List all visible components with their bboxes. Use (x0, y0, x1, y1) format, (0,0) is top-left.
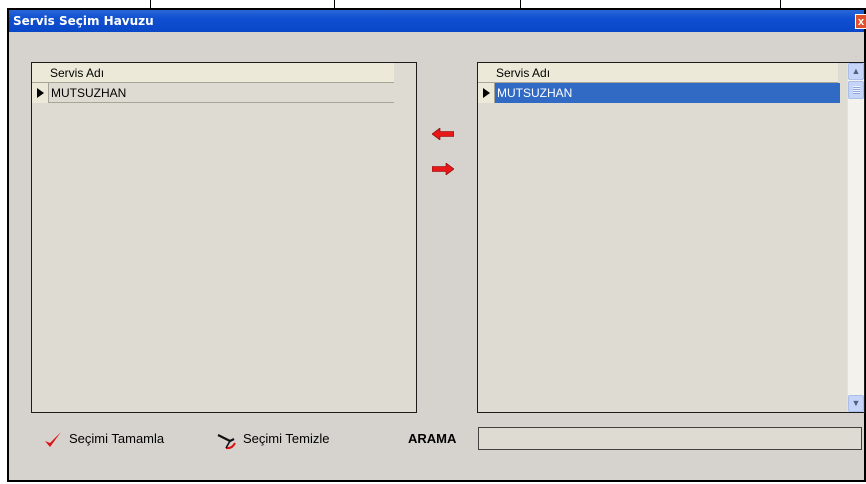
background-divider (780, 0, 781, 8)
scroll-thumb[interactable] (848, 81, 864, 99)
dialog-title: Servis Seçim Havuzu (13, 14, 154, 28)
background-divider (334, 0, 335, 8)
service-name-cell: MUTSUZHAN (495, 83, 840, 103)
close-icon: x (857, 16, 865, 28)
available-services-grid[interactable]: Servis Adı MUTSUZHAN (31, 62, 417, 413)
complete-selection-label: Seçimi Tamamla (69, 431, 165, 446)
vertical-scrollbar[interactable]: ▲ ▼ (847, 63, 864, 412)
scroll-up-button[interactable]: ▲ (848, 63, 864, 80)
background-divider (150, 0, 151, 8)
column-header-service-name[interactable]: Servis Adı (32, 63, 394, 83)
scroll-down-button[interactable]: ▼ (848, 395, 864, 412)
search-input[interactable] (478, 427, 862, 450)
row-indicator-icon (478, 83, 495, 103)
search-label: ARAMA (408, 431, 457, 446)
chevron-down-icon: ▼ (851, 398, 861, 408)
service-selection-dialog: Servis Seçim Havuzu x Servis Adı MUTSUZH… (7, 8, 866, 482)
title-bar[interactable]: Servis Seçim Havuzu x (9, 10, 866, 32)
red-arrow-left-icon (432, 128, 454, 140)
move-left-button[interactable] (432, 128, 454, 140)
move-right-button[interactable] (432, 163, 454, 175)
clear-selection-icon (217, 434, 236, 450)
clear-selection-label: Seçimi Temizle (243, 431, 330, 446)
selected-services-grid[interactable]: Servis Adı MUTSUZHAN ▲ ▼ (477, 62, 865, 413)
background-divider (520, 0, 521, 8)
column-header-service-name[interactable]: Servis Adı (478, 63, 838, 83)
chevron-up-icon: ▲ (851, 66, 861, 76)
close-button[interactable]: x (855, 14, 866, 29)
table-row[interactable]: MUTSUZHAN (32, 83, 394, 103)
red-arrow-right-icon (432, 163, 454, 175)
red-checkmark-icon (45, 432, 61, 447)
row-indicator-icon (32, 83, 49, 103)
table-row[interactable]: MUTSUZHAN (478, 83, 840, 103)
service-name-cell: MUTSUZHAN (51, 86, 127, 100)
